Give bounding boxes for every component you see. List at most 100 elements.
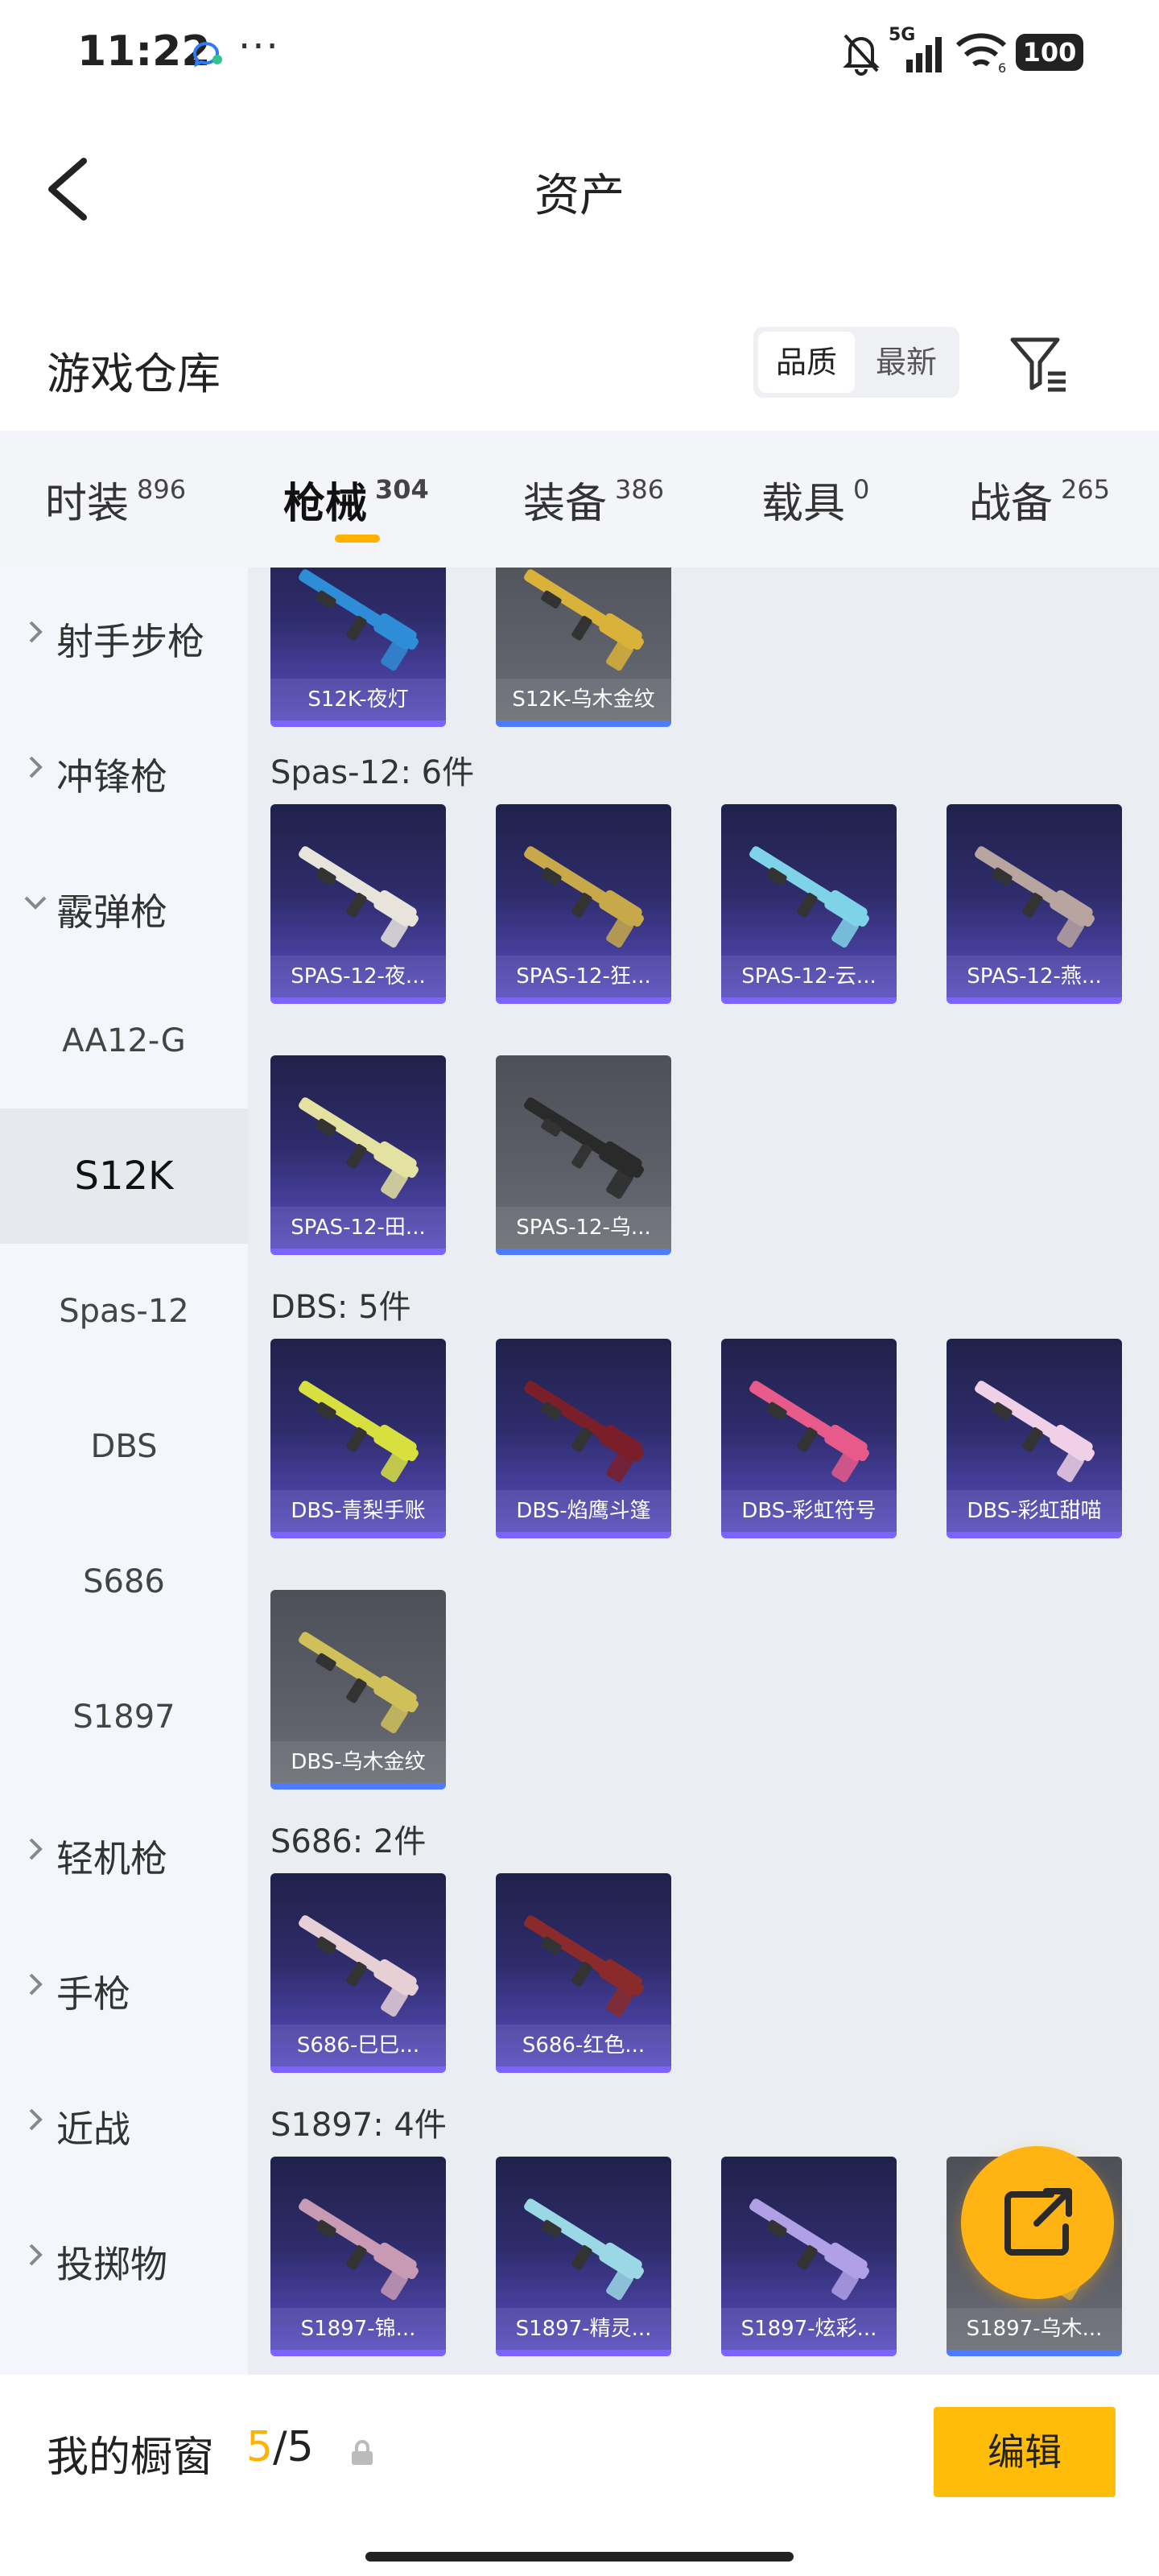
skin-name: S1897-炫彩... [721,2308,897,2350]
skin-card[interactable]: DBS-焰鹰斗篷 [496,1339,671,1538]
sidebar-sub-s12k[interactable]: S12K [0,1108,248,1244]
skin-card[interactable]: S12K-乌木金纹 [496,568,671,727]
tab-supplies[interactable]: 战备 265 [969,469,1110,530]
warehouse-title: 游戏仓库 [47,349,221,399]
tab-fashion[interactable]: 时装 896 [45,469,186,530]
share-button[interactable] [961,2146,1114,2299]
sort-quality-button[interactable]: 品质 [758,332,855,393]
filter-icon[interactable] [1008,332,1072,396]
group-title: DBS: 5件 [270,1289,411,1326]
weapon-skin-image [299,1381,419,1483]
skin-card[interactable]: SPAS-12-狂... [496,804,671,1004]
sidebar-item-label: 手枪 [56,1972,130,2016]
warehouse-header: 游戏仓库 品质 最新 [0,314,1159,419]
weapon-skin-image [299,1915,419,2017]
sidebar-sub-dbs[interactable]: DBS [0,1379,248,1514]
sort-newest-button[interactable]: 最新 [858,332,955,393]
tab-label: 装备 [523,480,608,528]
skin-name: S12K-乌木金纹 [496,679,671,720]
weapon-skin-image [524,846,644,948]
sidebar-sub-spas12[interactable]: Spas-12 [0,1244,248,1379]
skin-card[interactable]: S1897-精灵... [496,2157,671,2356]
page-title: 资产 [534,170,625,222]
weapon-skin-image [524,1381,644,1483]
sort-toggle: 品质 最新 [753,327,959,398]
share-icon [1004,2188,1072,2256]
sidebar-item-label: 射手步枪 [56,620,204,663]
sidebar-item-smg[interactable]: 冲锋枪 [0,703,248,838]
tab-count: 304 [375,474,429,505]
tab-vehicles[interactable]: 载具 0 [761,469,869,530]
mute-icon [843,34,880,76]
skin-name: SPAS-12-乌... [496,1207,671,1249]
chevron-right-icon [29,2244,43,2266]
rarity-bar [270,1532,446,1538]
chevron-right-icon [29,621,43,643]
skin-card[interactable]: DBS-彩虹符号 [721,1339,897,1538]
skin-name: DBS-乌木金纹 [270,1741,446,1783]
skin-name: SPAS-12-田... [270,1207,446,1249]
skin-card[interactable]: DBS-乌木金纹 [270,1590,446,1790]
group-title: Spas-12: 6件 [270,754,475,791]
tab-count: 265 [1061,474,1111,505]
svg-text:5G: 5G [889,25,915,45]
sidebar-item-lmg[interactable]: 轻机枪 [0,1785,248,1920]
rarity-bar [496,1249,671,1255]
svg-text:6: 6 [998,60,1006,74]
showcase-bar: 我的橱窗 5/5 编辑 [0,2375,1159,2576]
skin-card[interactable]: SPAS-12-田... [270,1055,446,1255]
tab-label: 时装 [45,480,130,528]
edit-button[interactable]: 编辑 [934,2407,1116,2497]
rarity-bar [496,1532,671,1538]
tab-label: 枪械 [283,480,368,528]
status-bar: 11:22 ··· 5G 6 100 [0,0,1159,105]
rarity-bar [270,720,446,727]
tab-count: 896 [137,474,187,505]
skin-card[interactable]: S1897-锦... [270,2157,446,2356]
sidebar-item-shotgun[interactable]: 霰弹枪 [0,838,248,973]
rarity-bar [270,2066,446,2073]
rarity-bar [496,2066,671,2073]
skin-card[interactable]: SPAS-12-夜... [270,804,446,1004]
rarity-bar [947,997,1122,1004]
sidebar-sub-aa12g[interactable]: AA12-G [0,973,248,1108]
rarity-bar [947,2350,1122,2356]
sidebar-item-melee[interactable]: 近战 [0,2055,248,2190]
skin-card[interactable]: SPAS-12-燕... [947,804,1122,1004]
skin-card[interactable]: SPAS-12-乌... [496,1055,671,1255]
tab-count: 386 [615,474,665,505]
rarity-bar [270,997,446,1004]
skin-card[interactable]: DBS-彩虹甜喵 [947,1339,1122,1538]
active-tab-indicator [335,535,380,543]
sidebar-sub-s686[interactable]: S686 [0,1514,248,1649]
skin-card[interactable]: SPAS-12-云... [721,804,897,1004]
sidebar-item-pistol[interactable]: 手枪 [0,1920,248,2055]
wifi-icon: 6 [955,33,1006,74]
skin-card[interactable]: S1897-炫彩... [721,2157,897,2356]
chevron-down-icon [24,896,47,910]
weapon-skin-image [749,846,869,948]
showcase-count-total: 5 [287,2423,314,2471]
battery-indicator: 100 [1016,34,1083,71]
skin-card[interactable]: S686-巳巳... [270,1873,446,2073]
weapon-skin-image [524,2198,644,2301]
weapon-skin-image [299,1632,419,1734]
rarity-bar [496,720,671,727]
skin-card[interactable]: S12K-夜灯 [270,568,446,727]
weapon-skin-image [299,846,419,948]
sidebar-item-throwable[interactable]: 投掷物 [0,2190,248,2326]
chevron-right-icon [29,1973,43,1996]
sidebar-item-marksman[interactable]: 射手步枪 [0,568,248,703]
skin-card[interactable]: DBS-青梨手账 [270,1339,446,1538]
skin-name: S1897-精灵... [496,2308,671,2350]
tab-equipment[interactable]: 装备 386 [523,469,664,530]
rarity-bar [947,1532,1122,1538]
sidebar-sub-s1897[interactable]: S1897 [0,1649,248,1785]
rarity-bar [721,2350,897,2356]
sidebar-item-label: 霰弹枪 [56,890,167,934]
skin-card[interactable]: S686-红色... [496,1873,671,2073]
tab-firearms[interactable]: 枪械 304 [283,469,429,530]
showcase-count-current: 5 [246,2423,274,2471]
rarity-bar [270,1249,446,1255]
rarity-bar [721,1532,897,1538]
